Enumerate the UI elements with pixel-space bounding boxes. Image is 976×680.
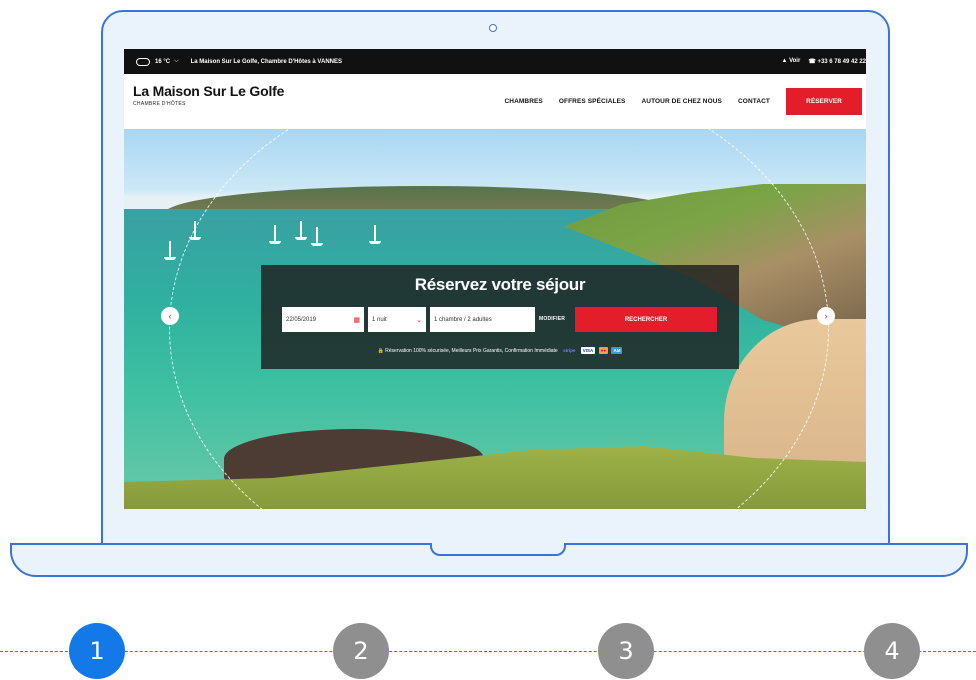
nights-select[interactable]: 1 nuit ⌄ <box>368 307 426 332</box>
step-2[interactable]: 2 <box>333 623 389 679</box>
sailboat <box>164 241 176 260</box>
visa-logo: VISA <box>580 347 596 354</box>
reserve-button[interactable]: RÉSERVER <box>786 88 862 115</box>
laptop-notch <box>430 543 566 556</box>
main-nav: CHAMBRES OFFRES SPÉCIALES AUTOUR DE CHEZ… <box>505 88 862 115</box>
prev-arrow-button[interactable]: ‹ <box>161 307 179 325</box>
brand-title[interactable]: La Maison Sur Le Golfe <box>133 83 284 99</box>
chevron-down-icon[interactable]: ⌵ <box>174 58 179 65</box>
top-bar: 16 °C ⌵ La Maison Sur Le Golfe, Chambre … <box>124 49 866 74</box>
date-value: 22/05/2019 <box>286 316 317 323</box>
next-arrow-button[interactable]: › <box>817 307 835 325</box>
amex-logo: AM <box>611 347 623 354</box>
steps-line <box>0 651 976 652</box>
booking-title: Réservez votre séjour <box>414 275 586 294</box>
nav-contact[interactable]: CONTACT <box>738 98 770 105</box>
search-button[interactable]: RECHERCHER <box>575 307 717 332</box>
nights-value: 1 nuit <box>372 316 387 323</box>
stripe-logo: stripe <box>563 348 576 353</box>
secure-notice: 🔒 Réservation 100% sécurisée, Meilleurs … <box>261 347 739 354</box>
step-3[interactable]: 3 <box>598 623 654 679</box>
modify-link[interactable]: MODIFIER <box>539 316 565 322</box>
calendar-icon: ▦ <box>353 316 360 324</box>
mastercard-logo: ●● <box>598 347 609 354</box>
map-link[interactable]: ▲ Voir <box>781 58 800 65</box>
date-field[interactable]: 22/05/2019 ▦ <box>282 307 364 332</box>
phone-link[interactable]: ☎ +33 6 78 49 42 22 <box>808 58 866 65</box>
laptop-screen: 16 °C ⌵ La Maison Sur Le Golfe, Chambre … <box>124 49 866 509</box>
site-header: La Maison Sur Le Golfe CHAMBRE D'HÔTES C… <box>124 74 866 129</box>
brand[interactable]: La Maison Sur Le Golfe CHAMBRE D'HÔTES <box>133 83 284 107</box>
rooms-field[interactable]: 1 chambre / 2 adultes <box>430 307 535 332</box>
booking-panel: Réservez votre séjour 22/05/2019 ▦ 1 nui… <box>261 265 739 369</box>
step-1[interactable]: 1 <box>69 623 125 679</box>
nav-offres-speciales[interactable]: OFFRES SPÉCIALES <box>559 98 626 105</box>
site-label: La Maison Sur Le Golfe, Chambre D'Hôtes … <box>190 58 342 65</box>
temperature: 16 °C <box>155 58 171 65</box>
cloud-icon <box>136 57 150 66</box>
rooms-value: 1 chambre / 2 adultes <box>434 316 492 323</box>
chevron-down-icon: ⌄ <box>416 316 422 324</box>
nav-chambres[interactable]: CHAMBRES <box>505 98 543 105</box>
hero-image: ‹ › Réservez votre séjour 22/05/2019 ▦ 1… <box>124 129 866 509</box>
brand-subtitle: CHAMBRE D'HÔTES <box>133 101 186 107</box>
secure-text: 🔒 Réservation 100% sécurisée, Meilleurs … <box>377 347 558 354</box>
nav-autour-de-chez-nous[interactable]: AUTOUR DE CHEZ NOUS <box>641 98 722 105</box>
step-4[interactable]: 4 <box>864 623 920 679</box>
camera-icon <box>489 24 497 32</box>
